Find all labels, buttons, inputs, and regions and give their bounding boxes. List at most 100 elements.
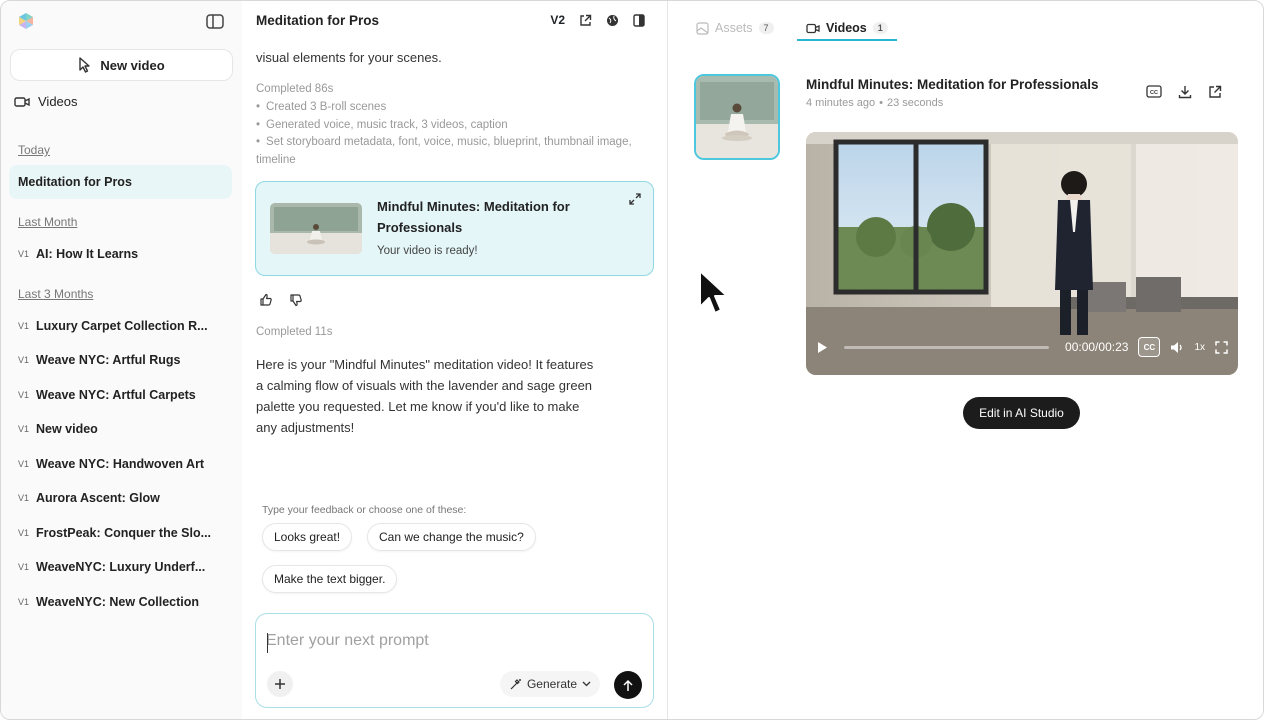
tab-count-badge: 7 (758, 22, 774, 34)
send-button[interactable] (614, 671, 642, 699)
globe-icon[interactable] (606, 14, 619, 27)
time-readout: 00:00/00:23 (1065, 340, 1129, 354)
list-item: Created 3 B-roll scenes (256, 99, 636, 117)
magic-wand-icon (510, 678, 521, 689)
cursor-click-icon (79, 57, 91, 73)
new-video-button[interactable]: New video (10, 49, 233, 81)
video-title: Mindful Minutes: Meditation for Professi… (806, 77, 1099, 92)
generate-label: Generate (526, 677, 578, 691)
sidebar-item-frostpeak[interactable]: V1 FrostPeak: Conquer the Slo... (18, 526, 230, 540)
list-item: Generated voice, music track, 3 videos, … (256, 117, 636, 135)
sidebar-item-ai-how-it-learns[interactable]: V1 AI: How It Learns (18, 247, 230, 261)
sidebar-item-aurora-ascent[interactable]: V1 Aurora Ascent: Glow (18, 491, 230, 505)
sidebar-item-label: AI: How It Learns (36, 247, 139, 261)
video-list-thumbnail[interactable] (694, 74, 780, 160)
external-link-icon[interactable] (1208, 85, 1222, 99)
card-title: Mindful Minutes: Meditation for Professi… (377, 199, 570, 235)
video-duration: 23 seconds (886, 97, 944, 109)
video-camera-icon (14, 96, 30, 107)
assistant-response: Here is your "Mindful Minutes" meditatio… (256, 357, 594, 435)
version-tag: V1 (18, 528, 30, 538)
sidebar-item-new-video[interactable]: V1 New video (18, 422, 230, 436)
captions-toggle-icon[interactable]: CC (1138, 337, 1161, 357)
feedback-label: Type your feedback or choose one of thes… (262, 504, 467, 516)
video-meta: 4 minutes ago • 23 seconds (806, 97, 943, 109)
text-caret (267, 633, 268, 653)
version-tag: V1 (18, 249, 30, 259)
generate-mode-button[interactable]: Generate (500, 671, 600, 697)
split-view-icon[interactable] (633, 13, 645, 27)
suggestion-chip-change-music[interactable]: Can we change the music? (367, 523, 536, 551)
captions-icon[interactable]: CC (1146, 85, 1162, 98)
prompt-box: Generate (255, 613, 654, 708)
sidebar-item-label: Meditation for Pros (18, 175, 132, 189)
expand-icon[interactable] (629, 193, 641, 205)
svg-text:CC: CC (1150, 90, 1158, 96)
chat-panel: Meditation for Pros V2 visual elements f… (242, 1, 668, 719)
version-tag: V1 (18, 562, 30, 572)
progress-bar[interactable] (844, 345, 1050, 349)
sidebar-item-label: WeaveNYC: Luxury Underf... (36, 560, 206, 574)
sidebar-item-luxury-carpet[interactable]: V1 Luxury Carpet Collection R... (18, 319, 230, 333)
sidebar-item-label: WeaveNYC: New Collection (36, 595, 200, 609)
version-button[interactable]: V2 (550, 13, 565, 27)
completed-status: Completed 86s (256, 83, 334, 95)
video-player[interactable]: 00:00/00:23 CC 1x (806, 132, 1238, 375)
preview-panel: Assets 7 Videos 1 Mindful Minutes: Medit… (668, 1, 1263, 719)
video-thumbnail (270, 203, 362, 254)
sidebar-item-label: Weave NYC: Artful Rugs (36, 353, 181, 367)
sidebar-item-weave-handwoven[interactable]: V1 Weave NYC: Handwoven Art (18, 457, 230, 471)
task-list: Created 3 B-roll scenes Generated voice,… (256, 99, 636, 169)
arrow-up-icon (623, 679, 633, 691)
version-tag: V1 (18, 597, 30, 607)
completed-status: Completed 11s (256, 326, 333, 338)
tab-label: Assets (715, 21, 753, 35)
sidebar-item-label: Aurora Ascent: Glow (36, 491, 160, 505)
sidebar-item-label: Luxury Carpet Collection R... (36, 319, 208, 333)
fullscreen-icon[interactable] (1215, 340, 1228, 354)
sidebar-item-meditation-for-pros[interactable]: Meditation for Pros (9, 165, 232, 199)
active-tab-indicator (797, 39, 897, 41)
chat-title: Meditation for Pros (256, 13, 380, 28)
sidebar-item-videos[interactable]: Videos (14, 94, 78, 109)
suggestion-chip-bigger-text[interactable]: Make the text bigger. (262, 565, 398, 593)
version-tag: V1 (18, 321, 30, 331)
video-age: 4 minutes ago (806, 97, 876, 109)
sidebar-item-weavenyc-luxury[interactable]: V1 WeaveNYC: Luxury Underf... (18, 560, 230, 574)
chevron-down-icon (582, 681, 591, 687)
sidebar-item-weavenyc-new-collection[interactable]: V1 WeaveNYC: New Collection (18, 595, 230, 609)
tab-assets[interactable]: Assets 7 (696, 21, 774, 35)
prompt-input[interactable] (266, 632, 636, 650)
thumbs-up-icon[interactable] (259, 293, 273, 307)
video-ready-card[interactable]: Mindful Minutes: Meditation for Professi… (255, 181, 654, 276)
sidebar-toggle-icon[interactable] (205, 12, 225, 30)
videos-label: Videos (38, 94, 78, 109)
download-icon[interactable] (1178, 85, 1192, 99)
thumbs-down-icon[interactable] (289, 293, 303, 307)
app-logo-icon[interactable] (17, 12, 35, 30)
intro-text: visual elements for your scenes. (256, 50, 442, 65)
new-video-label: New video (100, 57, 165, 73)
add-attachment-button[interactable] (267, 671, 293, 697)
section-today: Today (18, 143, 51, 157)
version-tag: V1 (18, 459, 30, 469)
tab-label: Videos (826, 21, 867, 35)
version-tag: V1 (18, 355, 30, 365)
sidebar: New video Videos Today Meditation for Pr… (1, 1, 242, 719)
video-camera-icon (806, 23, 820, 33)
version-tag: V1 (18, 424, 30, 434)
list-item: Set storyboard metadata, font, voice, mu… (256, 134, 636, 169)
suggestion-chip-looks-great[interactable]: Looks great! (262, 523, 353, 551)
sidebar-item-weave-artful-carpets[interactable]: V1 Weave NYC: Artful Carpets (18, 388, 230, 402)
assets-icon (696, 21, 709, 35)
sidebar-item-weave-artful-rugs[interactable]: V1 Weave NYC: Artful Rugs (18, 353, 230, 367)
external-link-icon[interactable] (579, 14, 592, 27)
section-last-month: Last Month (18, 215, 78, 229)
video-actions: CC (1146, 85, 1222, 99)
edit-in-ai-studio-button[interactable]: Edit in AI Studio (963, 397, 1080, 429)
volume-icon[interactable] (1170, 341, 1184, 354)
sidebar-item-label: FrostPeak: Conquer the Slo... (36, 526, 212, 540)
playback-speed[interactable]: 1x (1194, 342, 1205, 353)
tab-videos[interactable]: Videos 1 (806, 21, 888, 35)
play-icon[interactable] (816, 341, 828, 354)
